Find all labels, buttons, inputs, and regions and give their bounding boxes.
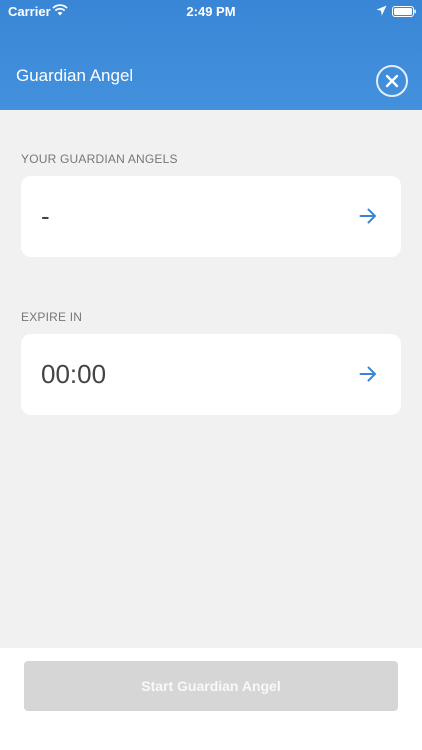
start-guardian-angel-button[interactable]: Start Guardian Angel [24, 661, 398, 711]
expire-value: 00:00 [41, 359, 107, 389]
status-bar: Carrier 2:49 PM [0, 0, 422, 22]
header-bar: Carrier 2:49 PM Guardian Angel [0, 0, 422, 110]
footer-bar: Start Guardian Angel [0, 648, 422, 750]
battery-icon [392, 5, 416, 20]
close-icon [385, 74, 399, 88]
close-button[interactable] [376, 65, 408, 97]
guardians-section-label: YOUR GUARDIAN ANGELS [21, 152, 178, 166]
arrow-right-icon [359, 207, 377, 230]
page-title: Guardian Angel [16, 66, 134, 85]
status-time: 2:49 PM [186, 4, 236, 19]
guardians-value: - [41, 201, 50, 231]
expire-picker-row[interactable]: 00:00 [21, 334, 401, 415]
arrow-right-icon [359, 365, 377, 388]
location-arrow-icon [376, 4, 387, 19]
guardians-picker-row[interactable]: - [21, 176, 401, 257]
expire-section-label: EXPIRE IN [21, 310, 83, 324]
